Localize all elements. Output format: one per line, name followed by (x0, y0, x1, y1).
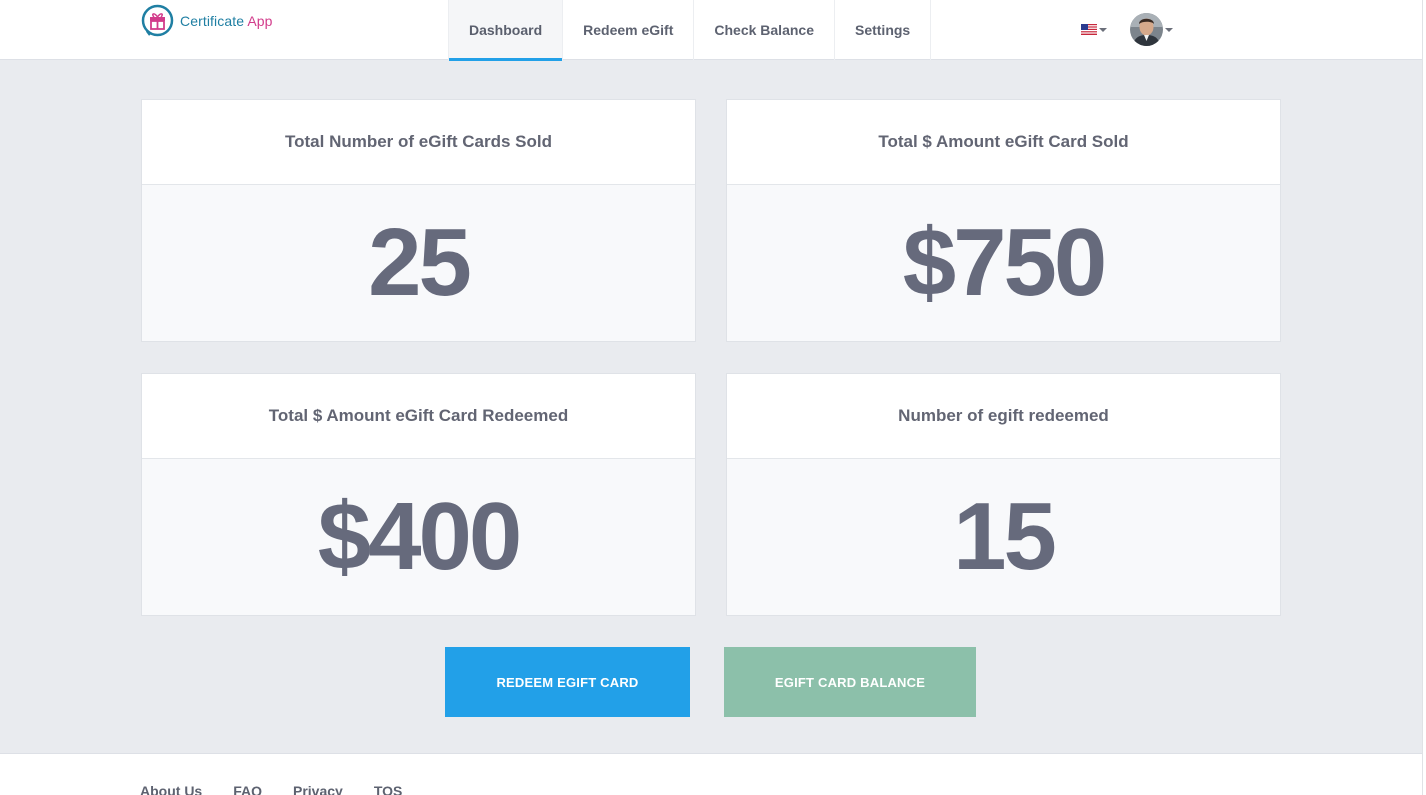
us-flag-icon (1081, 24, 1097, 35)
footer-link-faq[interactable]: FAQ (233, 783, 262, 795)
tab-redeem-egift[interactable]: Redeem eGift (562, 0, 693, 60)
gift-icon (141, 4, 174, 37)
footer-link-tos[interactable]: TOS (374, 783, 403, 795)
stat-card-cards-sold: Total Number of eGift Cards Sold 25 (141, 99, 696, 342)
tab-check-balance[interactable]: Check Balance (693, 0, 834, 60)
stat-card-amount-redeemed: Total $ Amount eGift Card Redeemed $400 (141, 373, 696, 616)
card-value: $750 (902, 209, 1108, 316)
tab-label: Settings (854, 22, 911, 38)
footer-link-privacy[interactable]: Privacy (293, 783, 343, 795)
main-nav: Dashboard Redeem eGift Check Balance Set… (448, 0, 932, 61)
chevron-down-icon (1099, 27, 1107, 32)
egift-card-balance-button[interactable]: EGIFT CARD BALANCE (724, 647, 976, 717)
brand-name-suffix: App (247, 12, 273, 29)
footer-links: About Us FAQ Privacy TOS (140, 783, 433, 795)
footer-link-about-us[interactable]: About Us (140, 783, 202, 795)
language-selector[interactable] (1081, 24, 1107, 35)
vertical-scrollbar[interactable] (1422, 0, 1426, 795)
top-header: Certificate App Dashboard Redeem eGift C… (0, 0, 1422, 61)
redeem-egift-card-button[interactable]: REDEEM EGIFT CARD (445, 647, 690, 717)
card-value: 15 (953, 483, 1057, 590)
card-title: Total $ Amount eGift Card Redeemed (142, 374, 695, 459)
tab-label: Dashboard (469, 22, 543, 38)
chevron-down-icon (1165, 27, 1173, 32)
tab-label: Redeem eGift (583, 22, 674, 38)
card-title: Total $ Amount eGift Card Sold (727, 100, 1280, 185)
tab-settings[interactable]: Settings (833, 0, 932, 60)
card-title: Number of egift redeemed (727, 374, 1280, 459)
brand-name-main: Certificate (180, 12, 245, 29)
card-value: $400 (317, 483, 523, 590)
card-title: Total Number of eGift Cards Sold (142, 100, 695, 185)
tab-dashboard[interactable]: Dashboard (448, 0, 563, 61)
card-value: 25 (368, 209, 472, 316)
brand-logo[interactable]: Certificate App (141, 4, 273, 37)
avatar (1130, 13, 1163, 46)
page: Certificate App Dashboard Redeem eGift C… (0, 0, 1426, 795)
stat-card-amount-sold: Total $ Amount eGift Card Sold $750 (726, 99, 1281, 342)
tab-label: Check Balance (714, 22, 814, 38)
footer: About Us FAQ Privacy TOS (0, 753, 1422, 795)
user-menu[interactable] (1130, 13, 1173, 46)
brand-name: Certificate App (180, 13, 273, 29)
stat-card-number-redeemed: Number of egift redeemed 15 (726, 373, 1281, 616)
